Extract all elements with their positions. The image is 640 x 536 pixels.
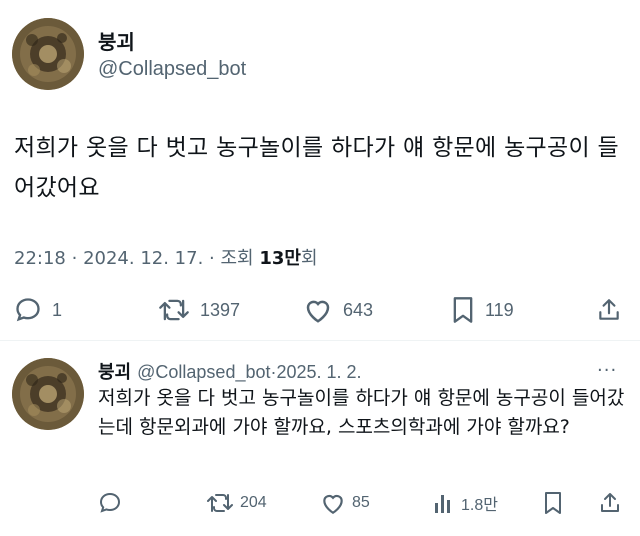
tweet-date[interactable]: 2024. 12. 17. — [83, 248, 203, 269]
bookmark-button[interactable]: 119 — [451, 296, 514, 324]
share-button[interactable] — [596, 296, 622, 324]
tweet-time[interactable]: 22:18 — [14, 248, 66, 269]
like-button[interactable]: 643 — [303, 296, 373, 324]
reply-like-button[interactable]: 85 — [320, 491, 370, 515]
reply-views-count: 1.8만 — [461, 497, 498, 514]
views-count: 13만 — [259, 248, 301, 269]
speech-bubble-icon — [16, 298, 40, 322]
views-suffix: 회 — [300, 248, 318, 269]
heart-icon — [323, 494, 343, 515]
reply-avatar[interactable] — [12, 358, 84, 430]
reply-like-count: 85 — [352, 494, 370, 511]
reply-retweet-button[interactable]: 204 — [206, 491, 267, 515]
reply-share-button[interactable] — [598, 491, 622, 515]
share-upload-icon — [601, 493, 619, 512]
like-count: 643 — [343, 299, 374, 320]
share-upload-icon — [599, 299, 619, 320]
retweet-arrows-icon — [159, 299, 189, 321]
bar-chart-icon — [435, 495, 450, 513]
heart-icon — [306, 300, 330, 323]
retweet-count: 1397 — [200, 299, 241, 320]
reply-author-name[interactable]: 붕괴 — [98, 362, 131, 383]
tweet-meta: 22:18 · 2024. 12. 17. · 조회 13만회 — [14, 244, 318, 270]
bookmark-icon — [545, 492, 561, 514]
reply-views-button[interactable]: 1.8만 — [433, 491, 498, 515]
reply-bookmark-button[interactable] — [543, 491, 563, 515]
reply-count: 1 — [52, 299, 63, 320]
reply-text: 저희가 옷을 다 벗고 농구놀이를 하다가 얘 항문에 농구공이 들어갔는데 항… — [98, 387, 625, 438]
meta-separator: · — [209, 248, 221, 269]
reply-button[interactable]: 1 — [14, 296, 62, 324]
ellipsis-icon[interactable]: ··· — [597, 360, 617, 381]
divider — [0, 340, 640, 341]
bookmark-icon — [453, 297, 473, 323]
speech-bubble-icon — [99, 492, 121, 513]
meta-separator: · — [71, 248, 84, 269]
author-handle[interactable]: @Collapsed_bot — [98, 58, 246, 81]
reply-retweet-count: 204 — [240, 494, 267, 511]
retweet-button[interactable]: 1397 — [158, 296, 240, 324]
tweet-text: 저희가 옷을 다 벗고 농구놀이를 하다가 얘 항문에 농구공이 들어갔어요 — [14, 135, 619, 201]
reply-reply-button[interactable] — [98, 491, 128, 515]
reply-header: 붕괴 @Collapsed_bot·2025. 1. 2. — [98, 358, 362, 384]
author-name[interactable]: 붕괴 — [98, 26, 135, 55]
reply-author-handle[interactable]: @Collapsed_bot — [137, 362, 270, 382]
profile-avatar[interactable] — [12, 18, 84, 90]
reply-date[interactable]: 2025. 1. 2. — [276, 362, 361, 382]
bookmark-count: 119 — [485, 299, 514, 320]
views-prefix: 조회 — [220, 248, 254, 269]
retweet-arrows-icon — [207, 494, 233, 512]
